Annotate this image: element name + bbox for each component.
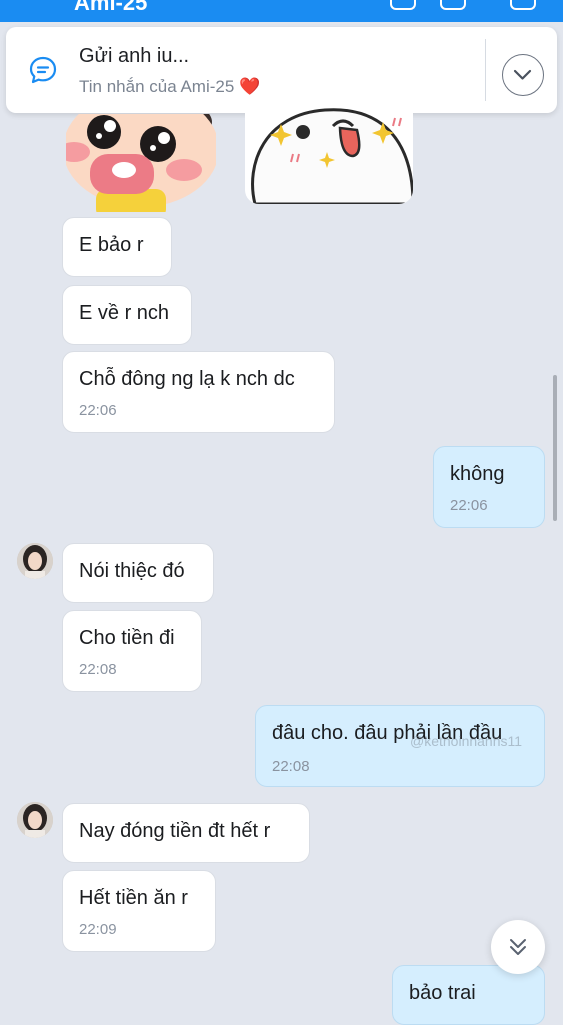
message-time: 22:06 bbox=[450, 497, 488, 514]
message-text: Hết tiền ăn r bbox=[79, 887, 188, 909]
double-chevron-down-icon bbox=[510, 939, 526, 955]
scroll-to-bottom-button[interactable] bbox=[491, 920, 545, 974]
scrollbar[interactable] bbox=[553, 375, 557, 521]
message-text: không bbox=[450, 463, 505, 485]
message-bubble-received[interactable]: Cho tiền đi 22:08 bbox=[62, 610, 202, 692]
message-bubble-received[interactable]: Nói thiệc đó bbox=[62, 543, 214, 603]
message-bubble-sent[interactable]: bảo trai bbox=[392, 965, 545, 1025]
message-text: E về r nch bbox=[79, 302, 170, 324]
pinned-message-banner[interactable]: Gửi anh iu... Tin nhắn của Ami-25 ❤️ bbox=[6, 27, 557, 113]
watermark: @ketnoinnanhs11 bbox=[410, 733, 523, 749]
collapse-button[interactable] bbox=[502, 54, 544, 96]
message-text: bảo trai bbox=[409, 982, 476, 1004]
video-icon[interactable] bbox=[440, 0, 466, 10]
message-text: Nay đóng tiền đt hết r bbox=[79, 820, 271, 842]
call-icon[interactable] bbox=[390, 0, 416, 10]
message-text: Nói thiệc đó bbox=[79, 560, 185, 582]
message-bubble-received[interactable]: Nay đóng tiền đt hết r bbox=[62, 803, 310, 863]
chat-title[interactable]: Ami-25 bbox=[74, 0, 147, 16]
message-bubble-received[interactable]: E bảo r bbox=[62, 217, 172, 277]
pinned-title: Gửi anh iu... bbox=[79, 45, 190, 67]
message-time: 22:08 bbox=[79, 661, 117, 678]
chat-bubble-icon bbox=[29, 56, 57, 84]
chat-header: Ami-25 bbox=[0, 0, 563, 22]
avatar[interactable] bbox=[17, 802, 53, 838]
sticker-sparkle-blob[interactable] bbox=[245, 104, 413, 204]
message-bubble-sent[interactable]: không 22:06 bbox=[433, 446, 545, 528]
message-time: 22:08 bbox=[272, 758, 310, 775]
message-text: Chỗ đông ng lạ k nch dc bbox=[79, 368, 295, 390]
message-bubble-received[interactable]: E về r nch bbox=[62, 285, 192, 345]
avatar[interactable] bbox=[17, 543, 53, 579]
message-time: 22:06 bbox=[79, 402, 117, 419]
divider bbox=[485, 39, 486, 101]
message-time: 22:09 bbox=[79, 921, 117, 938]
message-bubble-received[interactable]: Hết tiền ăn r 22:09 bbox=[62, 870, 216, 952]
pinned-subtitle: Tin nhắn của Ami-25 ❤️ bbox=[79, 77, 261, 96]
message-text: Cho tiền đi bbox=[79, 627, 175, 649]
chevron-down-icon bbox=[513, 69, 532, 80]
sticker-crying-kid[interactable] bbox=[66, 114, 216, 212]
message-text: E bảo r bbox=[79, 234, 144, 256]
message-bubble-received[interactable]: Chỗ đông ng lạ k nch dc 22:06 bbox=[62, 351, 335, 433]
menu-icon[interactable] bbox=[510, 0, 536, 10]
